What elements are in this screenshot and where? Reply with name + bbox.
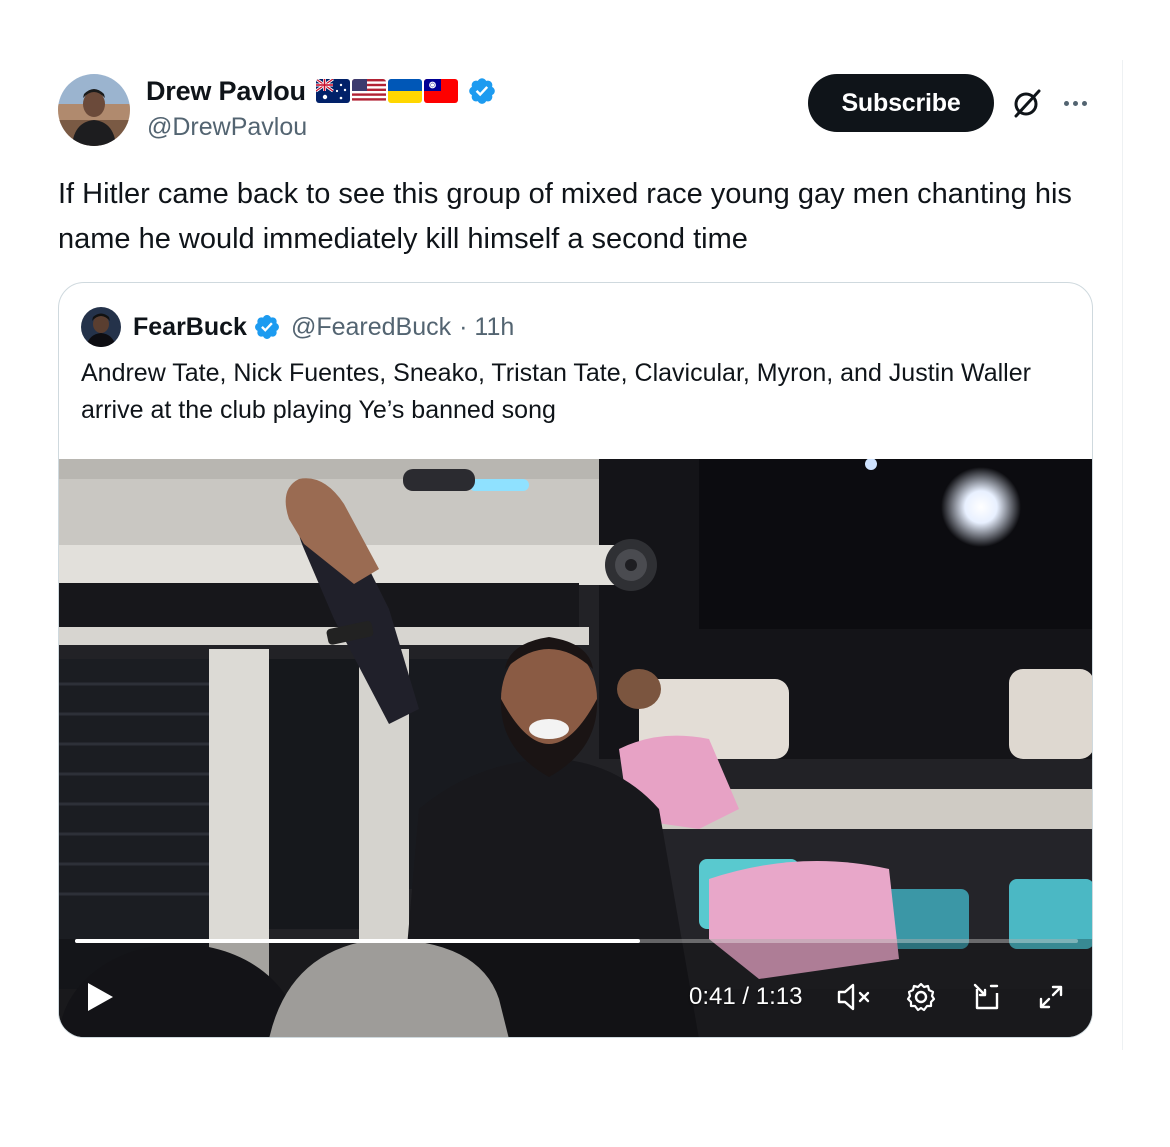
australia-flag-icon (315, 79, 350, 103)
author-handle[interactable]: @DrewPavlou (147, 113, 307, 142)
muted-volume-icon[interactable] (835, 981, 875, 1013)
quoted-post-text: Andrew Tate, Nick Fuentes, Sneako, Trist… (81, 359, 1031, 424)
grok-icon[interactable] (1010, 86, 1044, 120)
author-flags (315, 79, 458, 103)
quoted-author-avatar[interactable] (81, 307, 121, 347)
united-states-flag-icon (351, 79, 386, 103)
taiwan-flag-icon (423, 79, 458, 103)
settings-gear-icon[interactable] (905, 981, 937, 1013)
author-name[interactable]: Drew Pavlou (146, 76, 306, 107)
video-progress-bar[interactable] (75, 939, 1078, 943)
column-divider (1122, 60, 1123, 1050)
play-icon[interactable] (85, 981, 115, 1013)
verified-badge-icon (254, 315, 279, 339)
quoted-author-handle[interactable]: @FearedBuck (291, 313, 451, 342)
quoted-post-time[interactable]: · 11h (459, 313, 514, 342)
more-options-icon[interactable] (1058, 88, 1092, 118)
author-name-row: Drew Pavlou (146, 74, 497, 108)
ukraine-flag-icon (387, 79, 422, 103)
verified-badge-icon (469, 78, 495, 104)
video-progress-fill (75, 939, 640, 943)
subscribe-button[interactable]: Subscribe (808, 74, 994, 132)
quoted-post[interactable]: FearBuck @FearedBuck · 11h Andrew Tate, … (58, 282, 1093, 1038)
picture-in-picture-icon[interactable] (971, 981, 1003, 1013)
video-player[interactable]: 0:41 / 1:13 (59, 459, 1092, 1037)
fullscreen-icon[interactable] (1035, 981, 1067, 1013)
author-avatar[interactable] (58, 74, 130, 146)
post-text: If Hitler came back to see this group of… (58, 178, 1072, 255)
video-frame (59, 459, 1092, 1037)
quoted-author-row: FearBuck @FearedBuck · 11h (133, 309, 514, 345)
quoted-author-name[interactable]: FearBuck (133, 313, 247, 342)
video-time: 0:41 / 1:13 (689, 983, 803, 1010)
